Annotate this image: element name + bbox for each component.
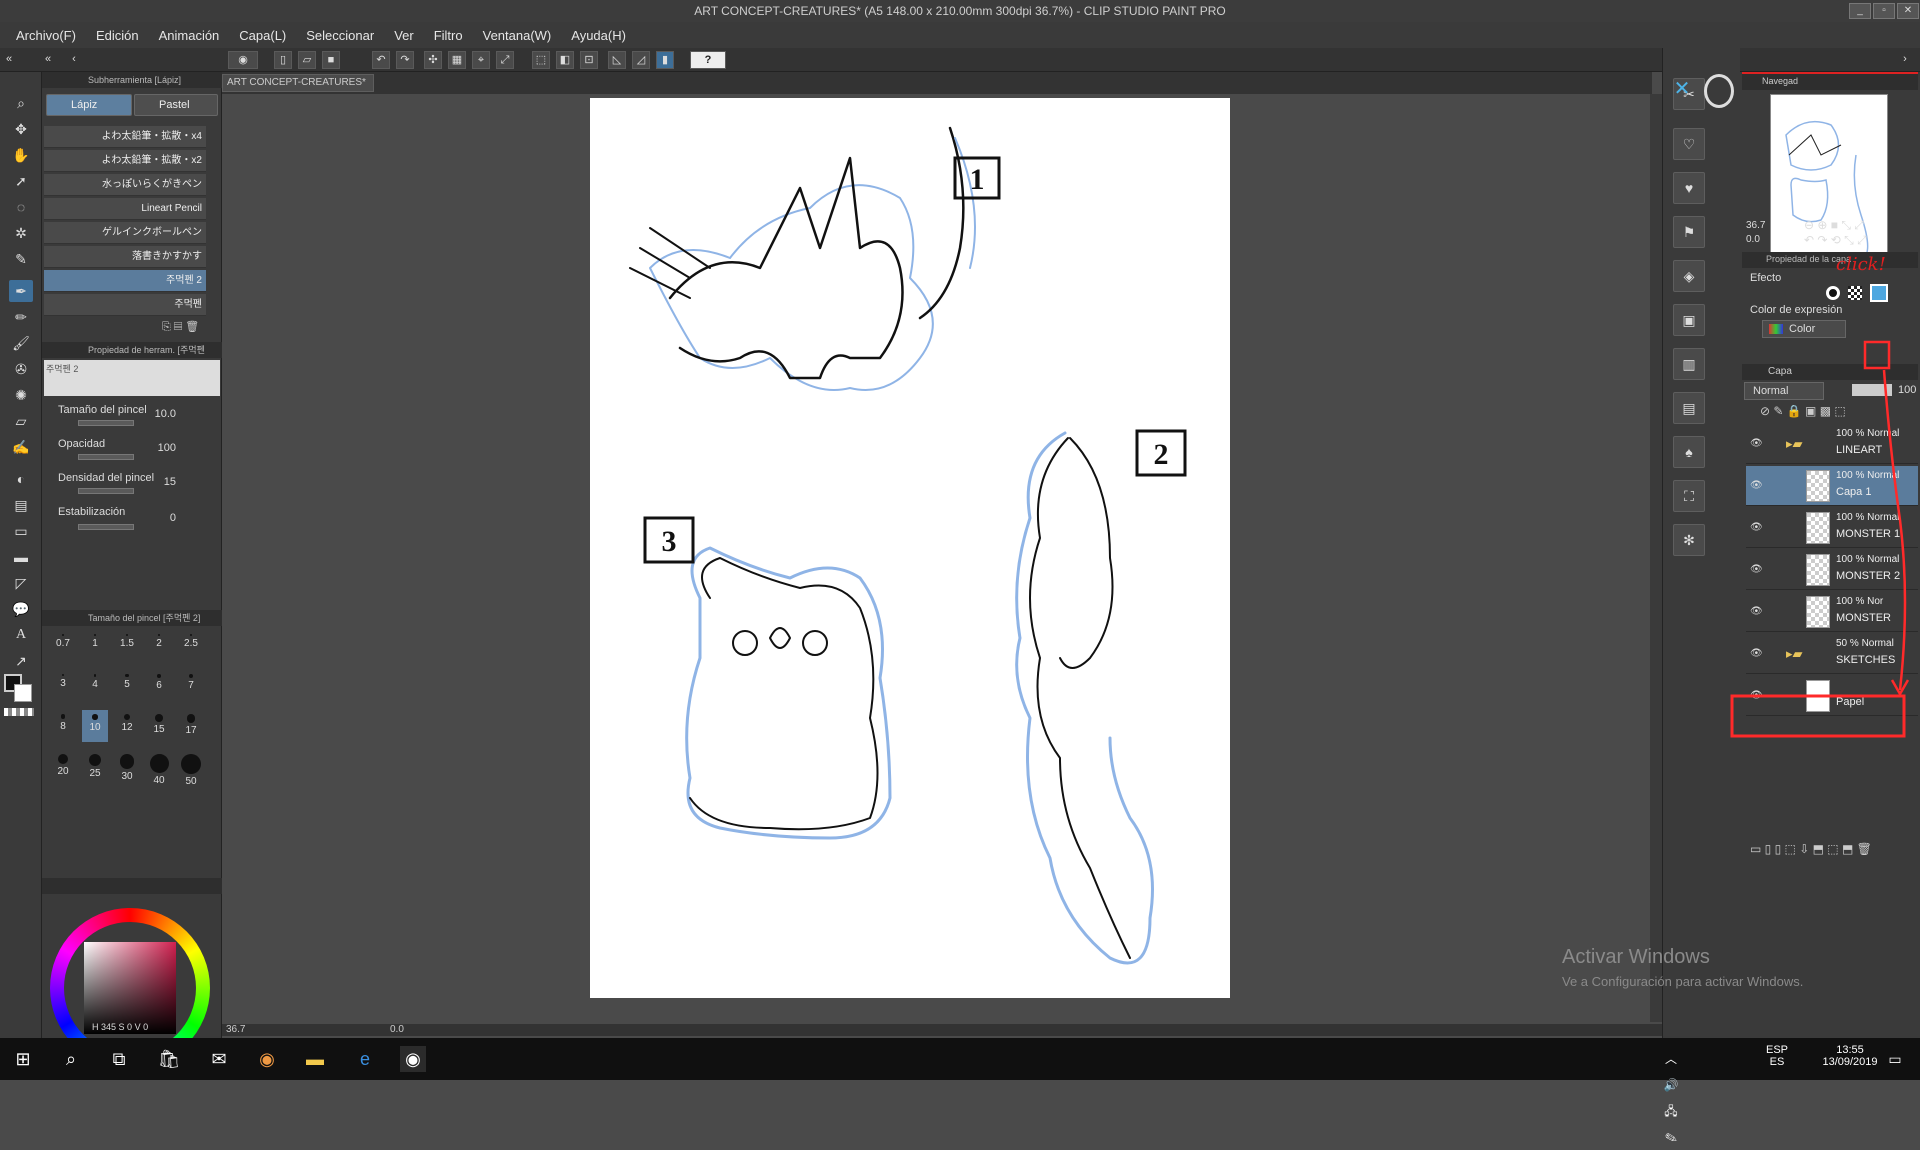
activate-windows-subtitle: Ve a Configuración para activar Windows. <box>1562 974 1804 989</box>
clock[interactable]: 13:55 13/09/2019 <box>1810 1044 1890 1068</box>
clip-studio-taskbar-icon[interactable]: ◉ <box>400 1046 426 1072</box>
file-explorer-icon[interactable]: ▬ <box>302 1046 328 1072</box>
store-icon[interactable]: 🛍 <box>156 1046 182 1072</box>
language-indicator[interactable]: ESP ES <box>1766 1044 1788 1068</box>
annotation-box-effect <box>1863 340 1891 370</box>
chrome-icon[interactable]: ◉ <box>254 1046 280 1072</box>
system-tray-icons[interactable]: ︿ 🔊 🖧 ✎ <box>1658 1046 1684 1144</box>
search-taskbar-icon[interactable]: ⌕ <box>58 1046 84 1072</box>
edge-icon[interactable]: e <box>352 1046 378 1072</box>
activate-windows-title: Activar Windows <box>1562 946 1710 968</box>
mail-icon[interactable]: ✉ <box>206 1046 232 1072</box>
annotation-overlay <box>1730 340 1910 738</box>
notification-icon[interactable]: ▭ <box>1882 1046 1908 1072</box>
annotation-arrow <box>1882 369 1907 691</box>
annotation-box-sketches <box>1730 694 1906 738</box>
taskbar: ⊞ ⌕ ⧉ 🛍 ✉ ◉ ▬ e ◉ ︿ 🔊 🖧 ✎ ESP ES 13:55 13/… <box>0 1038 1920 1144</box>
windows-start-icon[interactable]: ⊞ <box>10 1046 36 1072</box>
task-view-icon[interactable]: ⧉ <box>106 1046 132 1072</box>
